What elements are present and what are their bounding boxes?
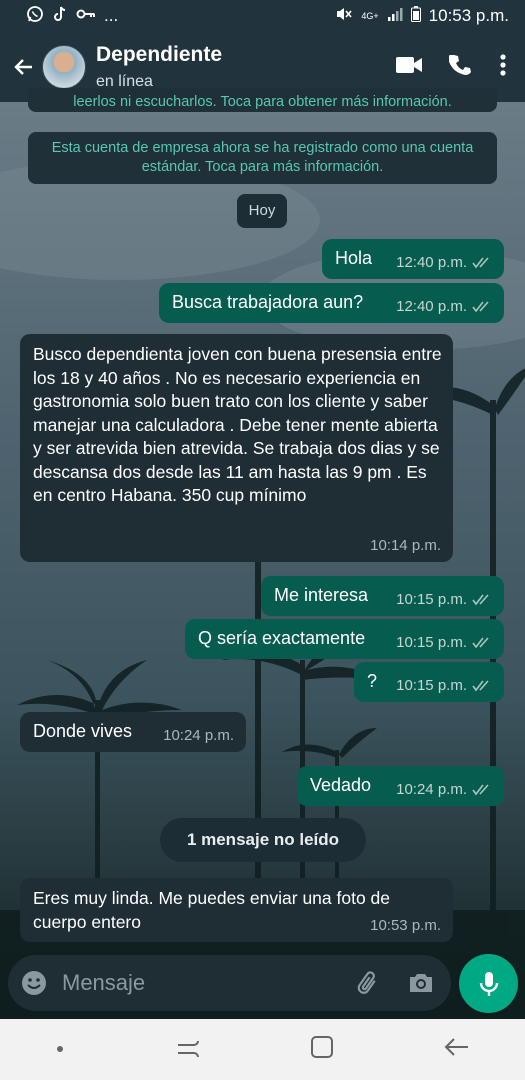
message-time: 10:15 p.m. bbox=[396, 634, 467, 651]
signal-icon bbox=[387, 6, 403, 26]
nav-dot-icon[interactable] bbox=[55, 1041, 65, 1059]
encryption-notice[interactable]: leerlos ni escucharlos. Toca para obtene… bbox=[28, 88, 497, 112]
message-text: Me interesa bbox=[274, 585, 369, 605]
back-nav-icon[interactable] bbox=[444, 1036, 470, 1063]
message-time: 12:40 p.m. bbox=[396, 254, 467, 271]
message-text: Q sería exactamente bbox=[198, 628, 366, 648]
emoji-icon[interactable] bbox=[20, 969, 48, 997]
message-text: ? bbox=[367, 671, 378, 691]
camera-icon[interactable] bbox=[407, 971, 435, 995]
message-bubble[interactable]: Q sería exactamente 10:15 p.m. bbox=[185, 619, 504, 659]
message-composer[interactable]: Mensaje bbox=[8, 955, 451, 1011]
mic-button[interactable] bbox=[459, 954, 518, 1013]
video-call-icon[interactable] bbox=[395, 55, 423, 80]
message-text: Hola bbox=[335, 248, 373, 268]
more-vert-icon[interactable] bbox=[499, 53, 507, 82]
message-input[interactable]: Mensaje bbox=[62, 970, 355, 996]
battery-icon bbox=[410, 5, 421, 27]
read-ticks-icon bbox=[472, 783, 489, 795]
status-bar: ... 4G+ 10:53 p.m. bbox=[0, 0, 525, 32]
message-text: Busca trabajadora aun? bbox=[172, 292, 364, 312]
read-ticks-icon bbox=[472, 593, 489, 605]
mute-icon bbox=[335, 6, 353, 27]
message-bubble[interactable]: Me interesa 10:15 p.m. bbox=[261, 576, 504, 616]
contact-info[interactable]: Dependiente en línea bbox=[96, 43, 395, 91]
business-notice-text: Esta cuenta de empresa ahora se ha regis… bbox=[51, 140, 474, 175]
read-ticks-icon bbox=[472, 300, 489, 312]
mic-icon bbox=[479, 971, 498, 996]
business-account-notice[interactable]: Esta cuenta de empresa ahora se ha regis… bbox=[28, 132, 497, 184]
phone-icon[interactable] bbox=[448, 53, 473, 82]
message-text: Busco dependienta joven con buena presen… bbox=[33, 344, 442, 505]
message-bubble[interactable]: Hola 12:40 p.m. bbox=[322, 239, 504, 279]
message-time: 10:15 p.m. bbox=[396, 677, 467, 694]
message-time: 10:15 p.m. bbox=[396, 591, 467, 608]
overflow-indicator: ... bbox=[104, 6, 119, 25]
message-bubble[interactable]: ? 10:15 p.m. bbox=[354, 662, 504, 702]
message-bubble[interactable]: Vedado 10:24 p.m. bbox=[297, 766, 504, 806]
message-bubble[interactable]: Busca trabajadora aun? 12:40 p.m. bbox=[159, 283, 504, 323]
key-icon bbox=[76, 6, 96, 26]
back-arrow-icon[interactable] bbox=[6, 47, 42, 87]
message-time: 10:53 p.m. bbox=[370, 917, 441, 934]
message-time: 10:14 p.m. bbox=[370, 537, 441, 554]
encryption-notice-text: leerlos ni escucharlos. Toca para obtene… bbox=[73, 94, 452, 110]
message-time: 10:24 p.m. bbox=[163, 727, 234, 744]
message-text: Vedado bbox=[310, 775, 372, 795]
attach-icon[interactable] bbox=[355, 969, 381, 997]
date-chip: Hoy bbox=[237, 194, 287, 228]
home-icon[interactable] bbox=[310, 1035, 334, 1064]
read-ticks-icon bbox=[472, 256, 489, 268]
whatsapp-icon bbox=[26, 5, 44, 28]
message-text: Donde vives bbox=[33, 721, 133, 741]
message-time: 12:40 p.m. bbox=[396, 298, 467, 315]
message-time: 10:24 p.m. bbox=[396, 781, 467, 798]
network-type: 4G+ bbox=[361, 11, 379, 21]
recents-icon[interactable] bbox=[175, 1036, 201, 1063]
message-bubble[interactable]: Donde vives 10:24 p.m. bbox=[20, 712, 246, 752]
tiktok-icon bbox=[52, 5, 68, 28]
contact-name: Dependiente bbox=[96, 43, 223, 66]
read-ticks-icon bbox=[472, 636, 489, 648]
avatar[interactable] bbox=[42, 45, 86, 89]
system-navigation-bar bbox=[0, 1019, 525, 1080]
message-bubble[interactable]: Eres muy linda. Me puedes enviar una fot… bbox=[20, 878, 453, 942]
read-ticks-icon bbox=[472, 679, 489, 691]
clock: 10:53 p.m. bbox=[428, 6, 509, 25]
message-bubble[interactable]: Busco dependienta joven con buena presen… bbox=[20, 334, 453, 562]
unread-messages-chip: 1 mensaje no leído bbox=[160, 818, 366, 862]
